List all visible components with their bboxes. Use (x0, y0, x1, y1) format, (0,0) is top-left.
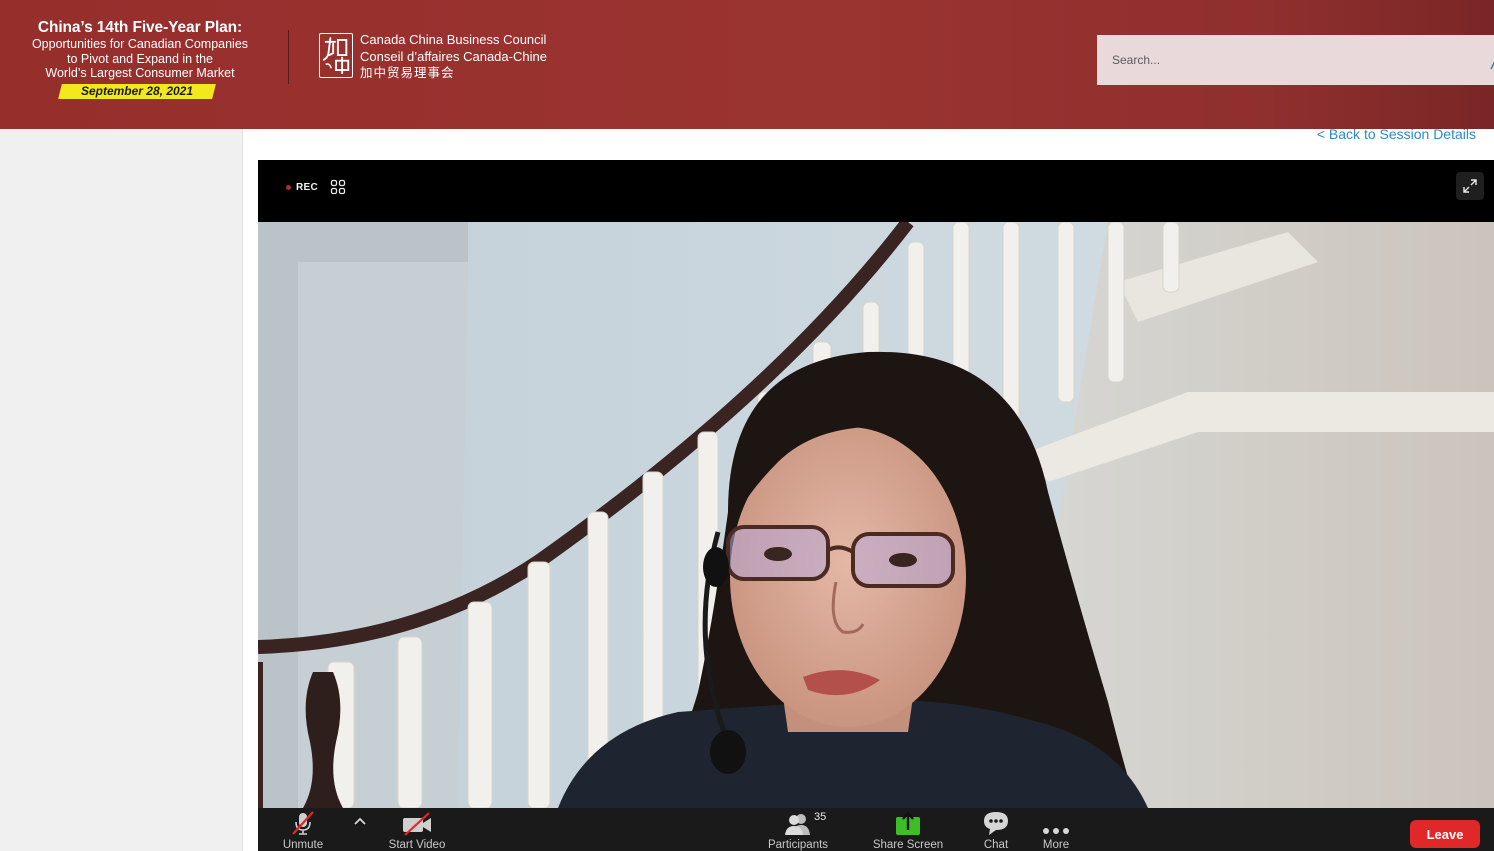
event-subtitle-line-3: World’s Largest Consumer Market (45, 66, 235, 80)
speaker-video-feed (258, 222, 1494, 808)
audio-options-chevron-up-icon[interactable] (354, 816, 366, 828)
zoom-meeting-panel: REC Unmute Start Video Participants 35 S… (258, 160, 1494, 851)
fullscreen-icon[interactable] (1456, 172, 1484, 200)
ccbc-seal-logo-icon[interactable] (319, 33, 353, 78)
search-icon[interactable] (1490, 59, 1494, 70)
participants-icon (783, 808, 813, 836)
meeting-toolbar: Unmute Start Video Participants 35 Share… (258, 808, 1494, 851)
unmute-button[interactable]: Unmute (280, 808, 326, 851)
participants-count: 35 (814, 811, 827, 823)
recording-indicator: REC (286, 182, 318, 193)
share-screen-button[interactable]: Share Screen (868, 808, 948, 851)
video-camera-off-icon (401, 808, 433, 836)
microphone-muted-icon (290, 808, 316, 836)
leave-button[interactable]: Leave (1410, 820, 1480, 848)
search-input[interactable] (1112, 53, 1472, 67)
header-divider (288, 30, 289, 84)
event-subtitle-line-1: Opportunities for Canadian Companies (31, 37, 249, 51)
gallery-view-icon[interactable] (330, 179, 346, 195)
more-label: More (1042, 839, 1070, 851)
chat-bubble-icon (982, 808, 1010, 836)
site-header: China’s 14th Five-Year Plan: Opportuniti… (0, 0, 1494, 129)
event-title-block: China’s 14th Five-Year Plan: Opportuniti… (18, 18, 262, 81)
participants-label: Participants (767, 839, 829, 851)
org-name-fr: Conseil d’affaires Canada-Chine (360, 48, 547, 64)
share-screen-icon (895, 808, 921, 836)
share-screen-label: Share Screen (872, 839, 944, 851)
more-dots-icon (1042, 808, 1070, 836)
ccbc-wordmark[interactable]: Canada China Business Council Conseil d’… (360, 32, 547, 82)
chat-label: Chat (983, 839, 1009, 851)
back-to-session-details-link[interactable]: < Back to Session Details (1317, 126, 1476, 142)
org-name-en: Canada China Business Council (360, 32, 547, 47)
event-date-badge: September 28, 2021 (58, 84, 216, 99)
chat-button[interactable]: Chat (976, 808, 1016, 851)
more-button[interactable]: More (1036, 808, 1076, 851)
recording-dot-icon (286, 185, 291, 190)
start-video-button[interactable]: Start Video (384, 808, 450, 851)
event-subtitle-line-2: to Pivot and Expand in the (67, 51, 213, 66)
unmute-label: Unmute (282, 839, 324, 851)
rec-label: REC (296, 182, 319, 193)
left-sidebar (0, 129, 243, 851)
event-title: China’s 14th Five-Year Plan: (37, 19, 243, 36)
event-date: September 28, 2021 (80, 84, 194, 98)
search-box[interactable] (1097, 35, 1494, 85)
start-video-label: Start Video (388, 839, 446, 851)
org-name-cn: 加中贸易理事会 (360, 65, 455, 80)
meeting-top-bar: REC (258, 160, 1494, 222)
